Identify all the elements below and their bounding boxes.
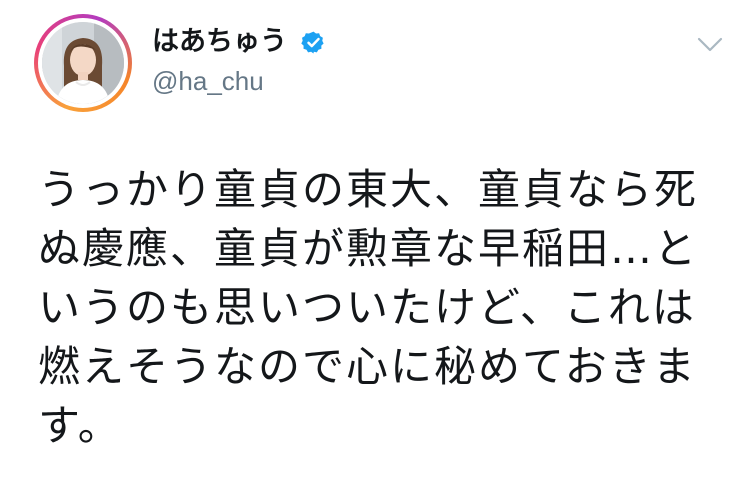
tweet-text-line: 燃えそうなので心に秘めておきま [38, 342, 697, 391]
avatar-border [38, 18, 128, 108]
display-name[interactable]: はあちゅう [152, 25, 287, 59]
author-handle[interactable]: @ha_chu [152, 65, 264, 97]
tweet-text: うっかり童貞の東大、童貞なら死 ぬ慶應、童貞が勲章な早稲田…と いうのも思いつい… [38, 160, 728, 455]
tweet-text-line: いうのも思いついたけど、これは [38, 283, 696, 332]
chevron-down-icon[interactable] [697, 36, 723, 54]
avatar[interactable] [34, 14, 132, 112]
tweet-text-line: す。 [38, 401, 122, 450]
tweet-text-line: ぬ慶應、童貞が勲章な早稲田…と [38, 224, 699, 273]
tweet-text-line: うっかり童貞の東大、童貞なら死 [38, 165, 699, 214]
verified-badge-icon [301, 31, 324, 54]
avatar-photo [42, 22, 124, 104]
